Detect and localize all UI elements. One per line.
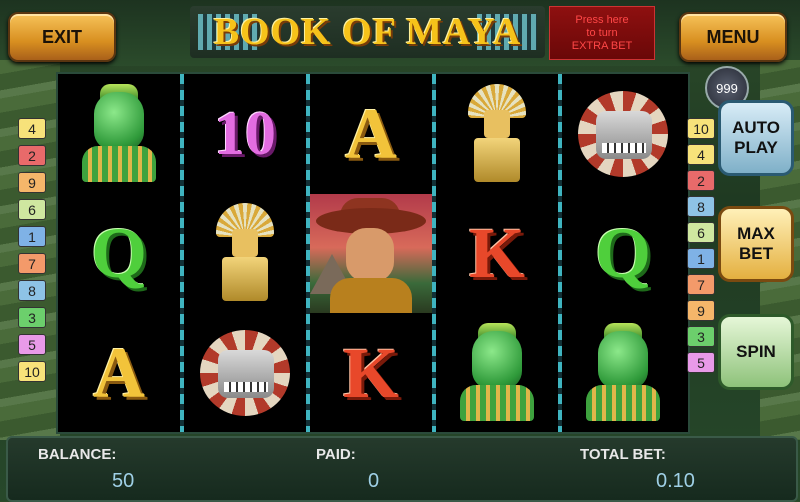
payline-marker: 10	[687, 118, 715, 139]
reel-symbol: A	[58, 313, 180, 432]
payline-marker: 4	[687, 144, 715, 165]
symbol-letter: K	[342, 332, 399, 413]
extra-bet-line-3: EXTRA BET	[571, 39, 633, 52]
reel-symbol	[58, 74, 180, 193]
payline-marker: 8	[18, 280, 46, 301]
reel-symbol	[184, 194, 306, 313]
payline-marker: 5	[18, 334, 46, 355]
extra-bet-button[interactable]: Press here to turn EXTRA BET	[549, 6, 655, 60]
reel-symbol: K	[310, 313, 432, 432]
symbol-letter: A	[345, 93, 397, 174]
exit-button[interactable]: EXIT	[8, 12, 116, 62]
auto-play-button[interactable]: AUTO PLAY	[718, 100, 794, 176]
symbol-letter: 10	[214, 99, 276, 168]
auto-play-label-1: AUTO	[732, 118, 780, 137]
paylines-right: 10 4 2 8 6 1 7 9 3 5	[687, 118, 715, 378]
payline-marker: 9	[687, 300, 715, 321]
game-logo: BOOK OF MAYA	[190, 6, 545, 58]
symbol-letter: A	[93, 332, 145, 413]
serpent-symbol-icon	[200, 329, 290, 416]
extra-bet-line-1: Press here	[575, 13, 629, 26]
max-bet-button[interactable]: MAX BET	[718, 206, 794, 282]
payline-marker: 7	[18, 253, 46, 274]
reel-symbol	[184, 313, 306, 432]
symbol-letter: Q	[90, 213, 147, 293]
balance-value: 50	[112, 470, 135, 492]
reel-4: K	[436, 74, 558, 432]
reel-symbol	[310, 193, 432, 313]
paid-label: PAID:	[316, 446, 356, 463]
spin-label: SPIN	[736, 342, 776, 361]
payline-marker: 7	[687, 274, 715, 295]
reel-symbol	[562, 313, 684, 432]
payline-marker: 5	[687, 352, 715, 373]
logo-text: BOOK OF MAYA	[213, 11, 522, 53]
serpent-symbol-icon	[578, 90, 668, 177]
reels-area: Q A 10 A K K Q	[56, 72, 690, 434]
reel-5: Q	[562, 74, 684, 432]
extra-bet-line-2: to turn	[586, 26, 618, 39]
reel-symbol: Q	[58, 194, 180, 313]
total-bet-label: TOTAL BET:	[580, 446, 666, 463]
payline-marker: 6	[687, 222, 715, 243]
max-bet-label-1: MAX	[737, 224, 775, 243]
paylines-left: 4 2 9 6 1 7 8 3 5 10	[18, 118, 46, 388]
balance-label: BALANCE:	[38, 446, 117, 463]
spin-button[interactable]: SPIN	[718, 314, 794, 390]
payline-marker: 3	[687, 326, 715, 347]
symbol-letter: Q	[594, 213, 651, 293]
mask-symbol-icon	[78, 83, 160, 184]
payline-marker: 8	[687, 196, 715, 217]
payline-marker: 2	[18, 145, 46, 166]
statue-symbol-icon	[462, 83, 532, 184]
paid-value: 0	[368, 470, 380, 492]
reel-2: 10	[184, 74, 306, 432]
payline-marker: 3	[18, 307, 46, 328]
reel-symbol: Q	[562, 194, 684, 313]
payline-marker: 6	[18, 199, 46, 220]
payline-marker: 2	[687, 170, 715, 191]
payline-marker: 10	[18, 361, 46, 382]
explorer-symbol-icon	[310, 193, 432, 313]
reel-symbol: 10	[184, 74, 306, 193]
symbol-letter: K	[468, 213, 525, 293]
auto-play-label-2: PLAY	[734, 138, 778, 157]
mask-symbol-icon	[582, 322, 664, 423]
max-bet-label-2: BET	[739, 244, 773, 263]
reel-3: AK	[310, 74, 432, 432]
total-bet-value: 0.10	[656, 470, 695, 492]
payline-marker: 9	[18, 172, 46, 193]
menu-button[interactable]: MENU	[679, 12, 787, 62]
reel-symbol	[562, 74, 684, 193]
payline-marker: 4	[18, 118, 46, 139]
payline-marker: 1	[687, 248, 715, 269]
reel-symbol: K	[436, 194, 558, 313]
reel-symbol	[436, 313, 558, 432]
reel-symbol	[436, 74, 558, 193]
mask-symbol-icon	[456, 322, 538, 423]
statue-symbol-icon	[210, 203, 280, 303]
bottom-panel: BALANCE: 50 PAID: 0 TOTAL BET: 0.10	[6, 436, 798, 502]
reel-symbol: A	[310, 74, 432, 193]
reel-1: QA	[58, 74, 180, 432]
payline-marker: 1	[18, 226, 46, 247]
